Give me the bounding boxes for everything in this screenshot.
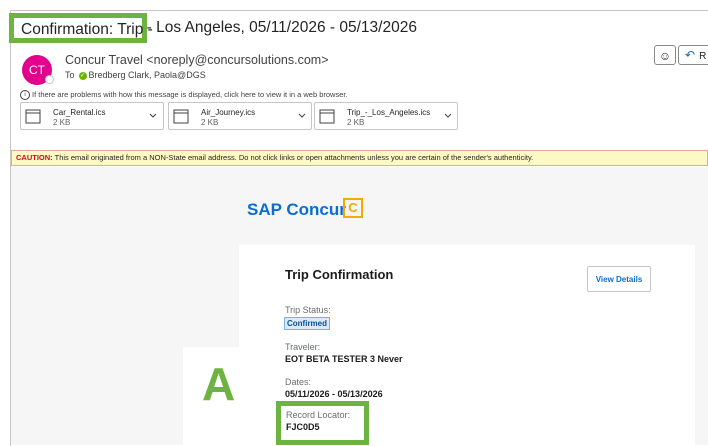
recipient-line: To ✓ Bredberg Clark, Paola@DGS	[65, 70, 206, 80]
info-icon: i	[20, 90, 30, 101]
presence-icon	[45, 75, 54, 84]
sap-concur-logo: SAP Concur	[247, 200, 346, 219]
display-problem-notice[interactable]: i If there are problems with how this mes…	[20, 90, 348, 101]
reply-label: R	[699, 51, 707, 62]
attachment-size: 2 KB	[201, 118, 219, 127]
calendar-file-icon	[25, 109, 41, 124]
attachment-size: 2 KB	[53, 118, 71, 127]
to-label: To	[65, 70, 75, 80]
attachment-trip-los-angeles[interactable]: Trip_-_Los_Angeles.ics 2 KB	[314, 102, 458, 130]
attachment-size: 2 KB	[347, 118, 365, 127]
sender-from[interactable]: Concur Travel <noreply@concursolutions.c…	[65, 53, 329, 67]
caution-label: CAUTION:	[16, 153, 53, 162]
attachment-name: Trip_-_Los_Angeles.ics	[347, 108, 431, 117]
avatar-initials: CT	[29, 63, 45, 77]
smiley-icon: ☺	[658, 49, 672, 63]
attachment-name: Air_Journey.ics	[201, 108, 256, 117]
verified-check-icon: ✓	[78, 71, 87, 80]
calendar-file-icon	[319, 109, 335, 124]
infobar-text: If there are problems with how this mess…	[32, 90, 348, 99]
concur-logo-icon: C	[343, 198, 363, 218]
traveler-value: EOT BETA TESTER 3 Never	[285, 354, 403, 364]
reply-icon: ↶	[685, 48, 696, 62]
reply-button[interactable]: ↶ R	[678, 45, 708, 65]
record-locator-highlight: Record Locator: FJC0D5	[276, 401, 369, 445]
subject-highlight-text: Confirmation: Trip -	[21, 21, 153, 38]
recipient-name[interactable]: Bredberg Clark, Paola@DGS	[89, 70, 206, 80]
record-locator-value: FJC0D5	[286, 422, 320, 432]
chevron-down-icon[interactable]	[149, 112, 157, 120]
attachment-air-journey[interactable]: Air_Journey.ics 2 KB	[168, 102, 312, 130]
callout-letter: A	[202, 358, 236, 410]
view-details-button[interactable]: View Details	[587, 266, 651, 292]
chevron-down-icon[interactable]	[298, 112, 306, 120]
subject-highlight-box: Confirmation: Trip -	[9, 13, 153, 43]
attachment-car-rental[interactable]: Car_Rental.ics 2 KB	[20, 102, 164, 130]
traveler-label: Traveler:	[285, 342, 321, 352]
caution-banner: CAUTION: This email originated from a NO…	[11, 150, 708, 166]
trip-status-label: Trip Status:	[285, 305, 331, 315]
chevron-down-icon[interactable]	[444, 112, 452, 120]
dates-label: Dates:	[285, 377, 312, 387]
emoji-react-button[interactable]: ☺	[654, 45, 676, 65]
record-locator-label: Record Locator:	[286, 410, 351, 420]
dates-value: 05/11/2026 - 05/13/2026	[285, 389, 383, 399]
caution-text: This email originated from a NON-State e…	[52, 153, 534, 162]
calendar-file-icon	[173, 109, 189, 124]
status-badge: Confirmed	[284, 317, 330, 330]
card-title: Trip Confirmation	[285, 267, 394, 282]
attachment-name: Car_Rental.ics	[53, 108, 106, 117]
